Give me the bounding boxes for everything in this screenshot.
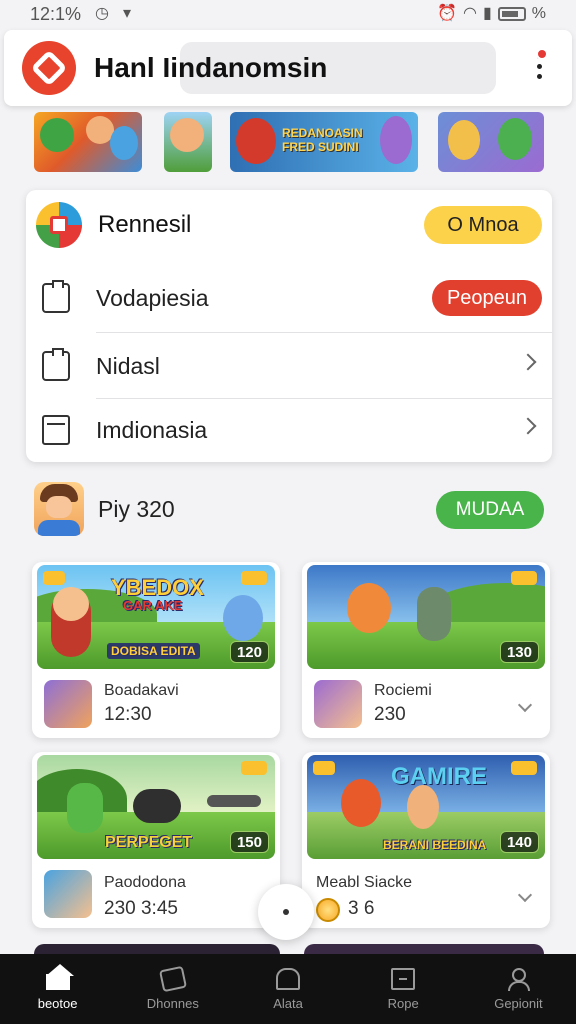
- location-icon: ▾: [123, 5, 132, 22]
- app-store-icon: [36, 202, 82, 248]
- app-title: Hanl Iindanomsin: [94, 52, 328, 83]
- game-subtitle: 230 3:45: [104, 898, 178, 919]
- game-title: Paododona: [104, 874, 186, 891]
- game-subtitle: 230: [374, 704, 406, 725]
- game-avatar: [314, 680, 362, 728]
- battery-percent: %: [531, 5, 546, 22]
- menu-item-nidasl[interactable]: Nidasl: [26, 334, 552, 398]
- status-time: 12:1%: [30, 3, 82, 24]
- nav-item-games[interactable]: Dhonnes: [115, 954, 230, 1024]
- app-logo[interactable]: [22, 41, 76, 95]
- profile-row: Piy 320 MUDAA: [34, 482, 544, 538]
- game-badge: 120: [229, 641, 269, 663]
- nav-item-profile[interactable]: Gepionit: [461, 954, 576, 1024]
- nav-item-store[interactable]: Alata: [230, 954, 345, 1024]
- game-badge: 150: [229, 831, 269, 853]
- game-title: Rociemi: [374, 682, 432, 699]
- menu-card: Rennesil O Mnoa Vodapiesia Peopeun Nidas…: [26, 190, 552, 462]
- nav-label: Dhonnes: [146, 995, 199, 1011]
- coin-icon: [316, 898, 340, 922]
- game-thumbnail: 130: [307, 565, 545, 669]
- game-card[interactable]: GAMIRE BERANI BEEDINA 140 Meabl Siacke 3…: [302, 752, 550, 928]
- nav-label: Gepionit: [494, 995, 543, 1011]
- clipboard-icon: [42, 280, 70, 313]
- header-action-button[interactable]: O Mnoa: [424, 206, 542, 244]
- menu-item-label: Nidasl: [96, 352, 160, 379]
- profile-action-button[interactable]: MUDAA: [436, 491, 544, 529]
- battery-icon: [497, 7, 526, 21]
- signal-icon: ▮: [482, 5, 492, 22]
- clipboard-icon: [42, 348, 70, 381]
- box-icon: [391, 967, 416, 990]
- featured-banner[interactable]: REDANOASIN FRED SUDINI: [230, 112, 418, 172]
- alarm-icon: ⏰: [437, 5, 457, 22]
- profile-name: Piy 320: [98, 496, 175, 522]
- game-subtitle: 3 6: [348, 898, 375, 919]
- chevron-right-icon: [519, 417, 537, 435]
- game-title: Meabl Siacke: [316, 874, 413, 891]
- game-badge: 130: [499, 641, 539, 663]
- game-thumbnail: PERPEGET 150: [37, 755, 275, 859]
- featured-thumb[interactable]: [438, 112, 544, 172]
- nav-label: Alata: [273, 995, 303, 1011]
- game-card[interactable]: 130 Rociemi 230: [302, 562, 550, 738]
- wifi-icon: ◠: [462, 5, 477, 22]
- game-avatar: [44, 680, 92, 728]
- game-badge: 140: [499, 831, 539, 853]
- nav-item-box[interactable]: Rope: [346, 954, 461, 1024]
- home-icon: [45, 963, 74, 990]
- menu-item-label: Imdionasia: [96, 416, 208, 443]
- menu-header-title: Rennesil: [98, 211, 192, 238]
- menu-item-imdionasia[interactable]: Imdionasia: [26, 398, 552, 462]
- game-thumbnail: YBEDOX GAR AKE DOBISA EDITA 120: [37, 565, 275, 669]
- timer-icon: ◷: [95, 5, 110, 22]
- notification-dot: [536, 48, 548, 60]
- game-card[interactable]: PERPEGET 150 Paododona 230 3:45: [32, 752, 280, 928]
- game-title: Boadakavi: [104, 682, 179, 699]
- nav-item-home[interactable]: beotoe: [0, 954, 115, 1024]
- bottom-nav: beotoe Dhonnes Alata Rope Gepionit: [0, 954, 576, 1024]
- game-thumbnail: GAMIRE BERANI BEEDINA 140: [307, 755, 545, 859]
- app-header: Hanl Iindanomsin: [4, 30, 572, 106]
- menu-item-label: Vodapiesia: [96, 284, 209, 311]
- nav-label: beotoe: [37, 995, 78, 1011]
- game-subtitle: 12:30: [104, 704, 152, 725]
- floating-action-button[interactable]: [258, 884, 314, 940]
- status-bar: 12:1% ◷ ▾ ⏰ ◠ ▮ %: [0, 0, 576, 28]
- featured-thumb[interactable]: [34, 112, 142, 172]
- chevron-down-icon[interactable]: [517, 697, 533, 713]
- chevron-right-icon: [519, 353, 537, 371]
- store-icon: [276, 967, 300, 990]
- user-icon: [507, 967, 531, 991]
- chevron-down-icon[interactable]: [517, 887, 533, 903]
- featured-strip: REDANOASIN FRED SUDINI: [0, 112, 576, 174]
- featured-thumb[interactable]: [164, 112, 212, 172]
- game-icon: [158, 965, 187, 992]
- calendar-icon: [42, 415, 70, 445]
- divider: [96, 332, 552, 333]
- avatar[interactable]: [34, 482, 84, 536]
- game-avatar: [44, 870, 92, 918]
- menu-item-action-button[interactable]: Peopeun: [432, 280, 542, 316]
- banner-text: REDANOASIN FRED SUDINI: [282, 126, 363, 154]
- game-card[interactable]: YBEDOX GAR AKE DOBISA EDITA 120 Boadakav…: [32, 562, 280, 738]
- nav-label: Rope: [387, 995, 419, 1011]
